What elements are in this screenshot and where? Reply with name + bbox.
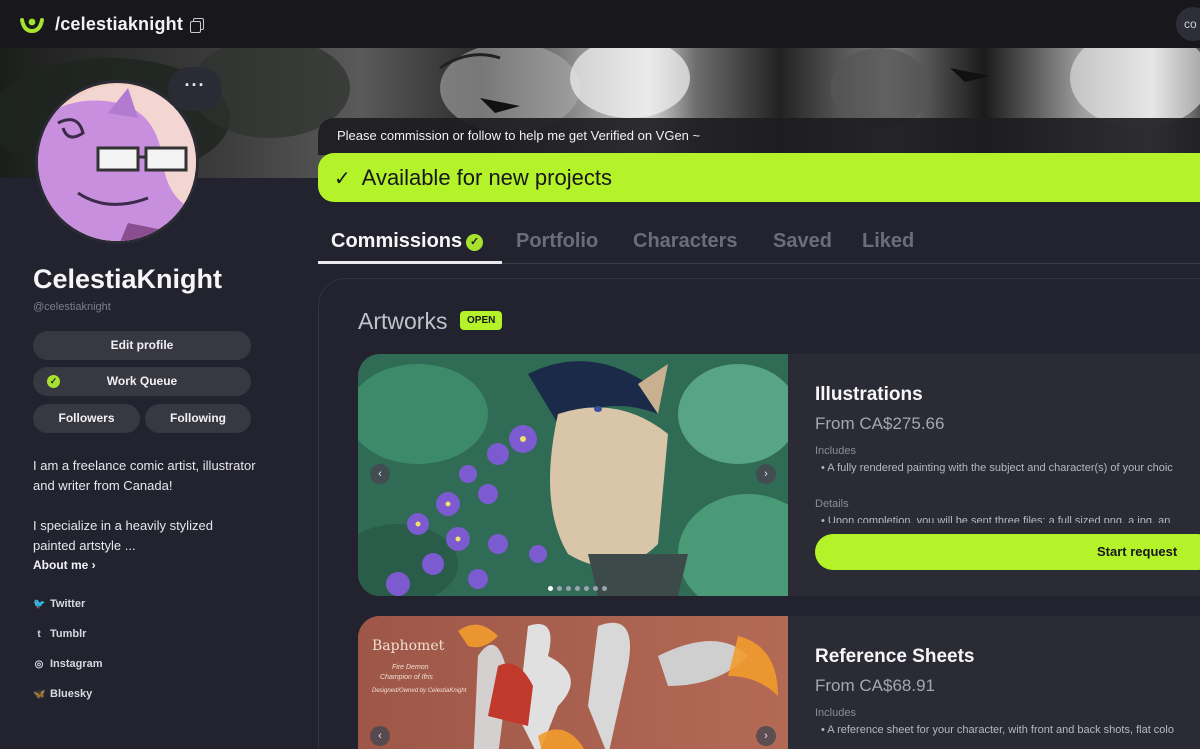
tab-portfolio[interactable]: Portfolio bbox=[516, 230, 598, 253]
about-me-link[interactable]: About me › bbox=[33, 558, 96, 572]
tab-liked[interactable]: Liked bbox=[862, 230, 914, 253]
top-bar: /celestiaknight co bbox=[0, 0, 1200, 48]
carousel-next-button[interactable]: › bbox=[756, 464, 776, 484]
edit-profile-button[interactable]: Edit profile bbox=[33, 331, 251, 360]
commission-price: From CA$68.91 bbox=[815, 676, 935, 695]
tab-saved[interactable]: Saved bbox=[773, 230, 832, 253]
commission-card-reference-sheets[interactable]: Baphomet Fire Demon Champion of Ifris De… bbox=[358, 616, 1200, 749]
commission-title: Illustrations bbox=[815, 384, 923, 405]
social-label: Bluesky bbox=[50, 688, 93, 700]
social-label: Twitter bbox=[50, 598, 86, 610]
commission-card-illustrations[interactable]: ‹ › Illustrations From CA$275.66 Include… bbox=[358, 354, 1200, 596]
work-queue-label: Work Queue bbox=[106, 374, 178, 388]
check-icon: ✓ bbox=[466, 234, 484, 251]
check-icon: ✓ bbox=[334, 168, 351, 190]
carousel-dot[interactable] bbox=[584, 586, 589, 591]
commission-price: From CA$275.66 bbox=[815, 414, 945, 433]
vgen-logo-icon[interactable] bbox=[20, 14, 44, 34]
social-label: Tumblr bbox=[50, 628, 87, 640]
commission-image: ‹ › bbox=[358, 354, 788, 596]
tumblr-icon: t bbox=[37, 628, 41, 640]
includes-label: Includes bbox=[815, 445, 856, 457]
profile-handle: /celestiaknight bbox=[55, 13, 184, 34]
includes-text: • A reference sheet for your character, … bbox=[821, 724, 1174, 736]
social-link-bluesky[interactable]: 🦋 Bluesky bbox=[33, 688, 92, 700]
social-label: Instagram bbox=[50, 658, 103, 670]
image-title: Baphomet bbox=[372, 638, 445, 654]
verification-notice: Please commission or follow to help me g… bbox=[318, 118, 1200, 155]
image-subtitle: Fire Demon bbox=[392, 664, 429, 671]
social-link-twitter[interactable]: 🐦 Twitter bbox=[33, 598, 85, 610]
carousel-dot[interactable] bbox=[566, 586, 571, 591]
carousel-dot[interactable] bbox=[602, 586, 607, 591]
includes-text: • A fully rendered painting with the sub… bbox=[821, 462, 1173, 474]
carousel-dot[interactable] bbox=[593, 586, 598, 591]
carousel-prev-button[interactable]: ‹ bbox=[370, 464, 390, 484]
status-badge: OPEN bbox=[460, 311, 503, 330]
social-link-tumblr[interactable]: t Tumblr bbox=[33, 628, 86, 640]
bluesky-icon: 🦋 bbox=[33, 688, 46, 700]
commission-title: Reference Sheets bbox=[815, 646, 975, 667]
copy-icon[interactable] bbox=[190, 17, 205, 33]
tab-label: Commissions bbox=[331, 230, 463, 252]
twitter-icon: 🐦 bbox=[33, 598, 46, 610]
tab-characters[interactable]: Characters bbox=[633, 230, 738, 253]
following-button[interactable]: Following bbox=[145, 404, 251, 433]
display-name: CelestiaKnight bbox=[33, 264, 223, 294]
top-right-button[interactable]: co bbox=[1176, 7, 1200, 41]
carousel-dots bbox=[548, 586, 607, 591]
profile-tabs: Commissions ✓ Portfolio Characters Saved … bbox=[318, 220, 1200, 264]
commission-image: Baphomet Fire Demon Champion of Ifris De… bbox=[358, 616, 788, 749]
more-options-button[interactable]: ··· bbox=[168, 67, 222, 111]
active-tab-indicator bbox=[318, 261, 502, 264]
includes-label: Includes bbox=[815, 707, 856, 719]
carousel-dot[interactable] bbox=[575, 586, 580, 591]
availability-label: Available for new projects bbox=[361, 165, 612, 190]
availability-banner: ✓ Available for new projects bbox=[318, 153, 1200, 202]
tab-commissions[interactable]: Commissions ✓ bbox=[331, 230, 484, 253]
carousel-prev-button[interactable]: ‹ bbox=[370, 726, 390, 746]
start-request-button[interactable]: Start request bbox=[815, 534, 1200, 570]
bio-paragraph: I specialize in a heavily stylized paint… bbox=[33, 518, 213, 553]
followers-button[interactable]: Followers bbox=[33, 404, 140, 433]
verified-check-icon: ✓ bbox=[47, 375, 60, 388]
work-queue-button[interactable]: ✓ Work Queue bbox=[33, 367, 251, 396]
image-subtitle: Champion of Ifris bbox=[380, 674, 433, 681]
details-text: • Upon completion, you will be sent thre… bbox=[821, 515, 1171, 523]
carousel-dot[interactable] bbox=[548, 586, 553, 591]
section-title: Artworks bbox=[358, 308, 448, 334]
carousel-dot[interactable] bbox=[557, 586, 562, 591]
carousel-next-button[interactable]: › bbox=[756, 726, 776, 746]
details-label: Details bbox=[815, 498, 849, 510]
image-credit: Designed/Owned by CelestiaKnight bbox=[372, 688, 467, 694]
instagram-icon: ◎ bbox=[34, 658, 44, 670]
username: @celestiaknight bbox=[33, 301, 111, 313]
social-link-instagram[interactable]: ◎ Instagram bbox=[33, 658, 103, 670]
bio-paragraph: I am a freelance comic artist, illustrat… bbox=[33, 458, 256, 493]
